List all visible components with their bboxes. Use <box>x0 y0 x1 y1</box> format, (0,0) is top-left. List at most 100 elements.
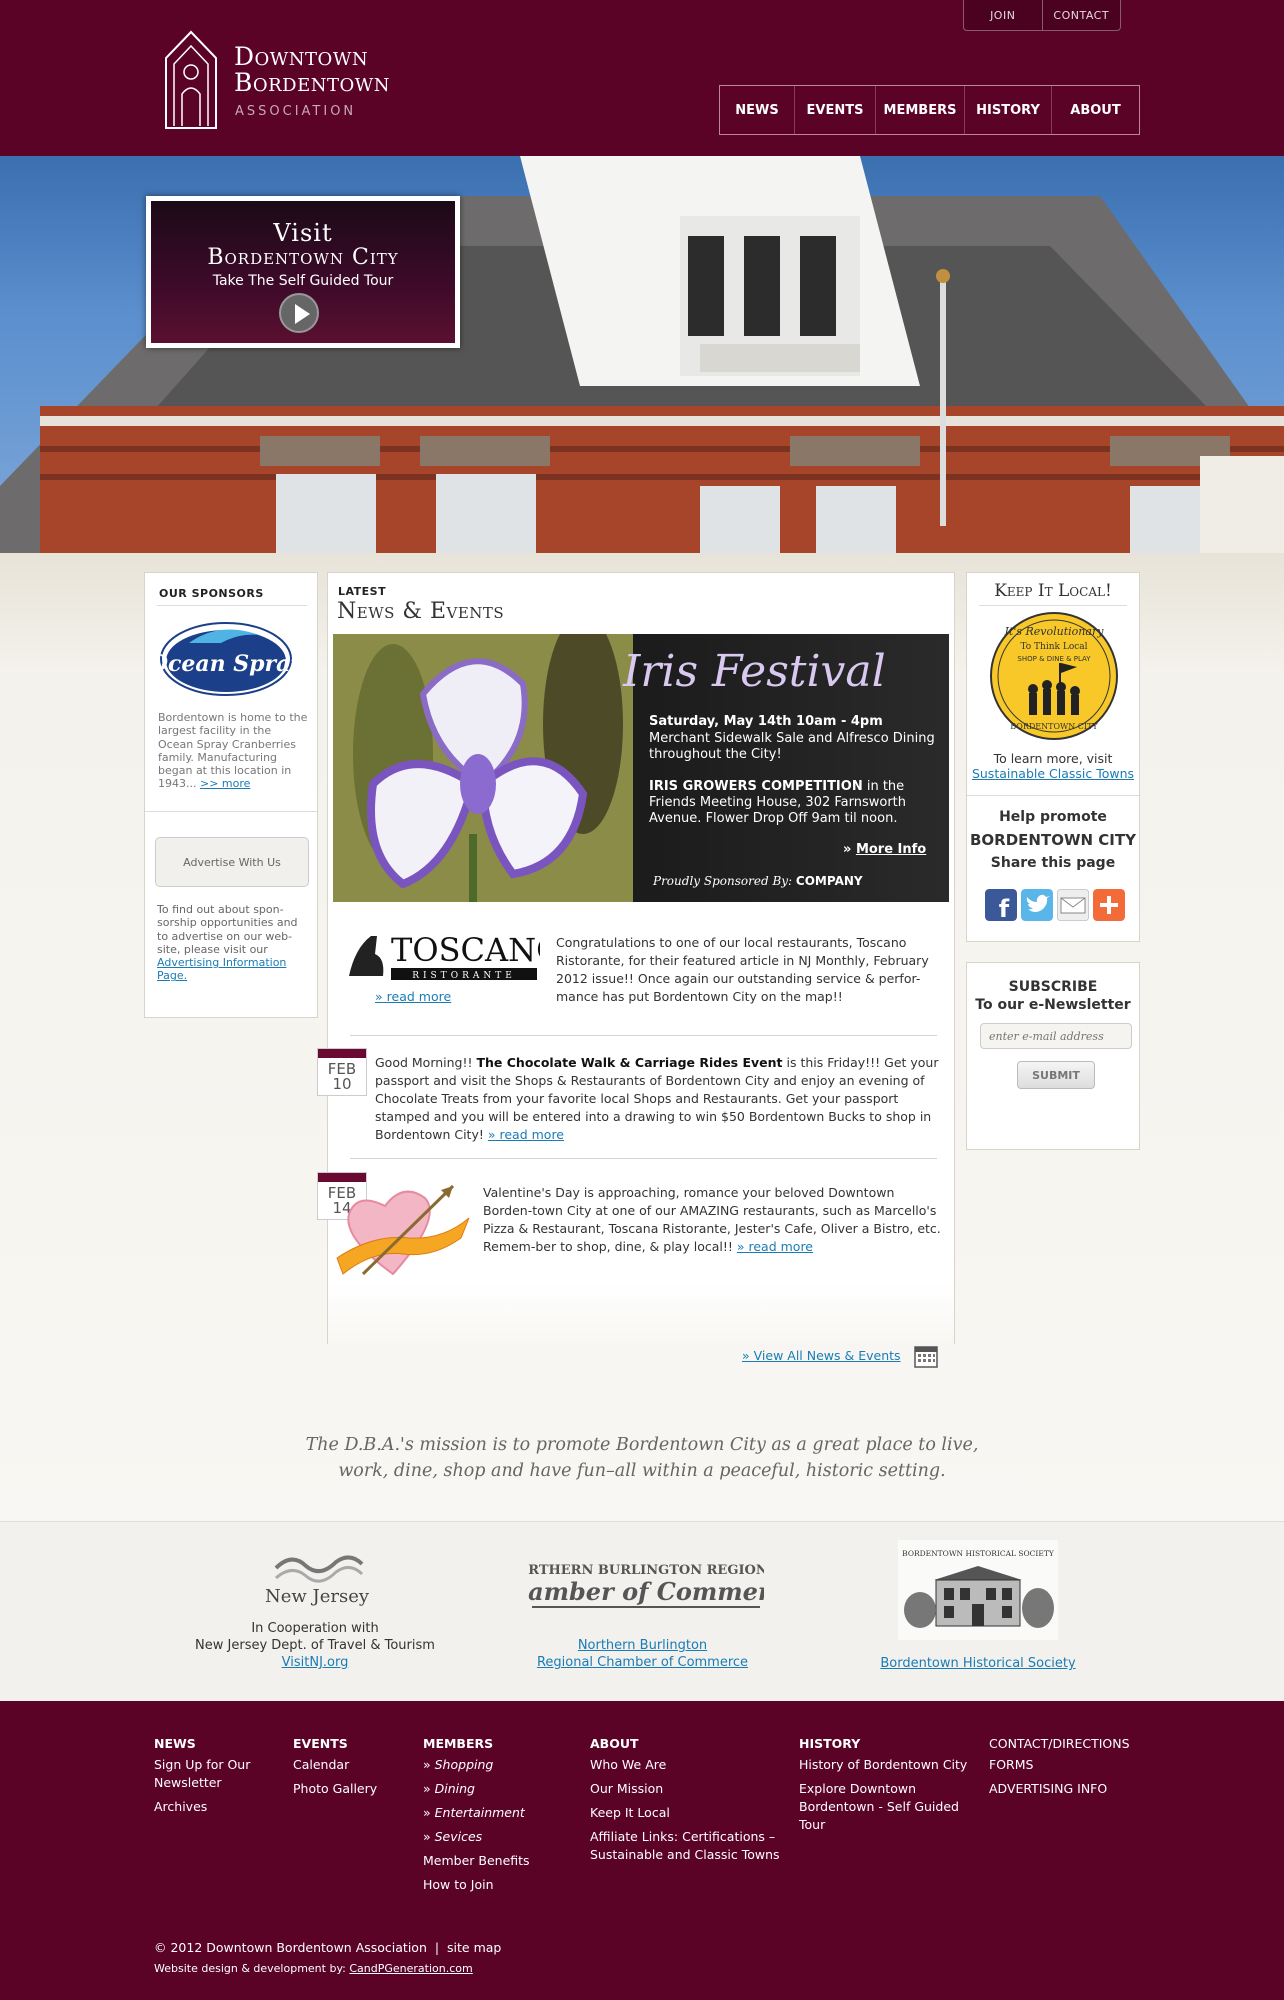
bordentown-city-label: BORDENTOWN CITY <box>970 831 1136 849</box>
footer-link-photo-gallery[interactable]: Photo Gallery <box>293 1780 403 1798</box>
logo-line-2: Bordentown <box>234 68 391 97</box>
footer-link-contact-directions[interactable]: CONTACT/DIRECTIONS <box>989 1732 1139 1756</box>
site-logo[interactable]: Downtown Bordentown ASSOCIATION <box>160 28 400 130</box>
footer-link-entertainment-text: Entertainment <box>434 1805 525 1820</box>
nav-events[interactable]: EVENTS <box>795 86 876 134</box>
footer-col-events: EVENTS Calendar Photo Gallery <box>293 1732 403 1804</box>
nj-logo-text: New Jersey <box>265 1586 370 1607</box>
chamber-link-line-2[interactable]: Regional Chamber of Commerce <box>537 1655 748 1670</box>
iris-festival-banner[interactable]: Iris Festival Saturday, May 14th 10am - … <box>333 634 949 902</box>
ocean-spray-logo[interactable]: Ocean Spray <box>159 621 293 697</box>
footer-link-shopping[interactable]: » Shopping <box>423 1756 563 1774</box>
play-icon[interactable] <box>279 293 319 333</box>
nav-about[interactable]: ABOUT <box>1052 86 1139 134</box>
chamber-of-commerce-logo[interactable]: NORTHERN BURLINGTON REGIONAL Chamber of … <box>528 1554 764 1614</box>
twitter-icon[interactable] <box>1021 889 1053 921</box>
learn-more-text: To learn more, visit <box>993 751 1113 766</box>
choc-read-more-link[interactable]: » read more <box>488 1127 564 1142</box>
footer-heading-members[interactable]: MEMBERS <box>423 1732 563 1756</box>
tour-promo[interactable]: Visit Bordentown City Take The Self Guid… <box>146 196 460 348</box>
valentine-read-more-text: read more <box>748 1239 814 1254</box>
historical-society-link[interactable]: Bordentown Historical Society <box>880 1656 1075 1671</box>
help-promote: Help promote <box>999 809 1107 825</box>
toscano-logo-sub: RISTORANTE <box>412 971 516 981</box>
iris-more-info-link[interactable]: » More Info <box>843 842 926 857</box>
footer-link-forms[interactable]: FORMS <box>989 1756 1139 1774</box>
advertise-text-body: To find out about spon-sorship opportuni… <box>157 903 298 956</box>
add-share-icon[interactable] <box>1093 889 1125 921</box>
toscano-logo[interactable]: TOSCANO RISTORANTE <box>345 928 540 984</box>
raquo: » <box>843 842 852 857</box>
join-button[interactable]: JOIN <box>964 0 1043 30</box>
footer-link-member-benefits[interactable]: Member Benefits <box>423 1852 563 1870</box>
footer-link-archives[interactable]: Archives <box>154 1798 274 1816</box>
advertising-info-link[interactable]: Advertising Information Page. <box>157 956 286 982</box>
advertise-button[interactable]: Advertise With Us <box>155 837 309 887</box>
sustainable-towns-link[interactable]: Sustainable Classic Towns <box>972 766 1134 781</box>
toscano-read-more-text: read more <box>386 989 452 1004</box>
footer-link-who-we-are[interactable]: Who We Are <box>590 1756 780 1774</box>
date-day: 10 <box>332 1075 352 1093</box>
news-label: LATEST <box>338 585 387 598</box>
footer-link-shopping-text: Shopping <box>434 1757 494 1772</box>
chocolate-walk-item: Good Morning!! The Chocolate Walk & Carr… <box>375 1054 941 1144</box>
footer-link-entertainment[interactable]: » Entertainment <box>423 1804 563 1822</box>
footer-link-how-to-join[interactable]: How to Join <box>423 1876 563 1894</box>
tour-title-line-1: Visit <box>273 219 333 247</box>
toscano-read-more-link[interactable]: » read more <box>375 989 451 1004</box>
contact-button[interactable]: CONTACT <box>1043 0 1121 30</box>
chamber-link-line-1[interactable]: Northern Burlington <box>578 1638 707 1653</box>
raquo: » <box>487 1127 496 1142</box>
footer-heading-news[interactable]: NEWS <box>154 1732 274 1756</box>
footer-heading-history[interactable]: HISTORY <box>799 1732 969 1756</box>
nav-members[interactable]: MEMBERS <box>876 86 965 134</box>
nj-line-2: New Jersey Dept. of Travel & Tourism <box>195 1638 435 1653</box>
calendar-icon[interactable] <box>914 1344 938 1368</box>
visitnj-link[interactable]: VisitNJ.org <box>282 1655 349 1670</box>
footer-link-services-text: Sevices <box>434 1829 483 1844</box>
valentine-read-more-link[interactable]: » read more <box>737 1239 813 1254</box>
nav-news[interactable]: NEWS <box>720 86 795 134</box>
tour-title-line-2: Bordentown City <box>207 245 399 270</box>
revolutionary-badge[interactable]: It's Revolutionary To Think Local SHOP &… <box>989 611 1119 741</box>
new-jersey-logo[interactable]: New Jersey <box>262 1552 372 1608</box>
tour-subtitle: Take The Self Guided Tour <box>212 273 394 289</box>
iris-more-info-text: More Info <box>855 842 927 857</box>
submit-button[interactable]: SUBMIT <box>1017 1061 1095 1089</box>
footer-link-services[interactable]: » Sevices <box>423 1828 563 1846</box>
footer-heading-about[interactable]: ABOUT <box>590 1732 780 1756</box>
iris-festival-title: Iris Festival <box>623 646 886 697</box>
historical-society-logo[interactable]: BORDENTOWN HISTORICAL SOCIETY <box>898 1540 1058 1640</box>
sitemap-link[interactable]: site map <box>447 1940 501 1955</box>
sponsor-description: Bordentown is home to the largest facili… <box>158 711 308 791</box>
email-input[interactable] <box>980 1023 1132 1049</box>
candpgeneration-link[interactable]: CandPGeneration.com <box>349 1962 472 1975</box>
footer-heading-events[interactable]: EVENTS <box>293 1732 403 1756</box>
nav-history[interactable]: HISTORY <box>965 86 1052 134</box>
footer-link-dining[interactable]: » Dining <box>423 1780 563 1798</box>
view-all-news-link[interactable]: » View All News & Events <box>742 1348 901 1363</box>
footer-link-newsletter[interactable]: Sign Up for Our Newsletter <box>154 1756 274 1792</box>
divider <box>350 1035 937 1036</box>
footer-col-history: HISTORY History of Bordentown City Explo… <box>799 1732 969 1840</box>
sponsor-more-link[interactable]: >> more <box>200 777 250 790</box>
historical-society-partner: Bordentown Historical Society <box>880 1655 1076 1672</box>
footer-link-dining-text: Dining <box>434 1781 475 1796</box>
credit-text: Website design & development by: <box>154 1962 346 1975</box>
footer-link-advertising-info[interactable]: ADVERTISING INFO <box>989 1780 1139 1798</box>
facebook-icon[interactable]: f <box>985 889 1017 921</box>
divider <box>979 605 1127 606</box>
footer-link-keep-it-local[interactable]: Keep It Local <box>590 1804 780 1822</box>
partners-strip: New Jersey In Cooperation with New Jerse… <box>0 1521 1284 1701</box>
iris-sponsor-name: COMPANY <box>795 874 863 888</box>
iris-sponsored-by: Proudly Sponsored By: <box>653 874 793 888</box>
copyright-text: © 2012 Downtown Bordentown Association <box>154 1940 427 1955</box>
footer-link-affiliate-links[interactable]: Affiliate Links: Certifications – Sustai… <box>590 1828 780 1864</box>
date-badge-top <box>318 1049 366 1058</box>
footer-link-history-of-bordentown[interactable]: History of Bordentown City <box>799 1756 969 1774</box>
footer-link-calendar[interactable]: Calendar <box>293 1756 403 1774</box>
email-icon[interactable] <box>1057 889 1089 921</box>
footer-link-our-mission[interactable]: Our Mission <box>590 1780 780 1798</box>
subscribe-heading: SUBSCRIBE <box>1008 979 1098 995</box>
footer-link-self-guided-tour[interactable]: Explore Downtown Bordentown - Self Guide… <box>799 1780 969 1834</box>
